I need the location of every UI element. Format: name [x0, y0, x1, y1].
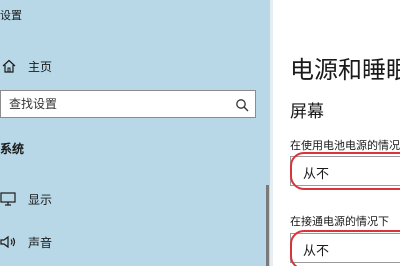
- search-icon[interactable]: [235, 97, 249, 112]
- highlight-annotation: [290, 230, 400, 266]
- sidebar-item-sound[interactable]: 声音: [0, 233, 52, 251]
- page-title: 电源和睡眠: [290, 56, 400, 84]
- sidebar-scrollbar[interactable]: [266, 185, 269, 266]
- section-heading: 系统: [0, 142, 25, 156]
- section-title: 屏幕: [290, 102, 324, 122]
- sidebar-item-label: 显示: [28, 192, 53, 207]
- sidebar-item-display[interactable]: 显示: [0, 190, 52, 208]
- home-icon: [0, 57, 18, 75]
- window-title: 设置: [0, 9, 22, 22]
- plugged-label: 在接通电源的情况下: [290, 215, 389, 228]
- sidebar-item-home[interactable]: 主页: [0, 57, 52, 75]
- speaker-icon: [0, 233, 18, 251]
- battery-label: 在使用电池电源的情况下: [290, 139, 400, 152]
- highlight-annotation: [290, 152, 400, 190]
- search-input[interactable]: [1, 91, 229, 117]
- sidebar-item-label: 主页: [28, 59, 53, 74]
- search-box[interactable]: [0, 90, 256, 118]
- main-panel: 电源和睡眠 屏幕 在使用电池电源的情况下 从不 在接通电源的情况下 从不: [273, 0, 400, 266]
- monitor-icon: [0, 190, 18, 208]
- sidebar: 设置 主页 系统 显示: [0, 0, 270, 266]
- sidebar-item-label: 声音: [28, 235, 53, 250]
